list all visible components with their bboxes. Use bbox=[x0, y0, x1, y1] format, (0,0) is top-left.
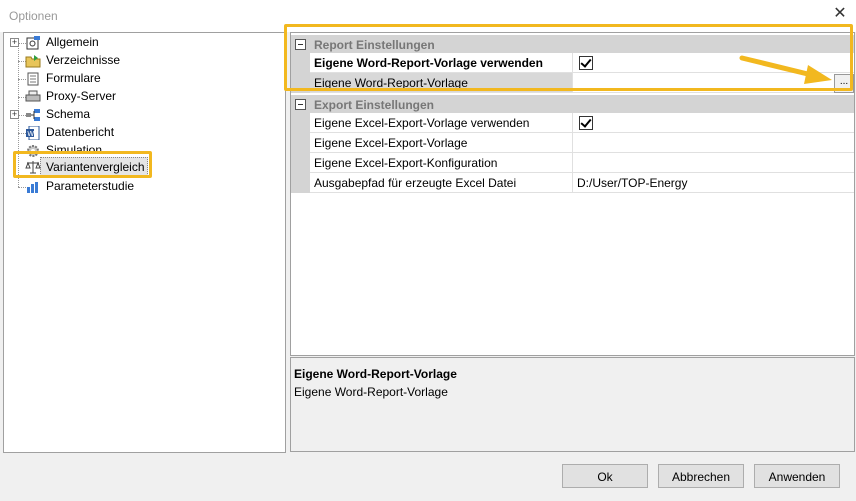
options-tree[interactable]: + Allgemein Verzeichnisse Formulare Prox… bbox=[3, 32, 286, 453]
tree-item-verzeichnisse[interactable]: Verzeichnisse bbox=[4, 52, 285, 70]
ok-button[interactable]: Ok bbox=[562, 464, 648, 488]
tree-item-formulare[interactable]: Formulare bbox=[4, 70, 285, 88]
property-row-excel-template-use[interactable]: Eigene Excel-Export-Vorlage verwenden bbox=[291, 113, 854, 133]
collapse-icon[interactable] bbox=[295, 99, 306, 110]
word-icon: W bbox=[26, 126, 40, 140]
window-title: Optionen bbox=[9, 9, 58, 23]
property-row-excel-config[interactable]: Eigene Excel-Export-Konfiguration bbox=[291, 153, 854, 173]
tree-item-parameterstudie[interactable]: Parameterstudie bbox=[4, 178, 285, 196]
property-row-excel-template[interactable]: Eigene Excel-Export-Vorlage bbox=[291, 133, 854, 153]
folder-icon bbox=[25, 55, 41, 68]
apply-button[interactable]: Anwenden bbox=[754, 464, 840, 488]
property-name: Eigene Excel-Export-Vorlage bbox=[314, 136, 468, 150]
excel-template-value[interactable] bbox=[573, 133, 854, 153]
tree-highlight-box bbox=[13, 151, 152, 178]
property-name: Eigene Excel-Export-Konfiguration bbox=[314, 156, 498, 170]
tree-item-proxy-server[interactable]: Proxy-Server bbox=[4, 88, 285, 106]
property-name: Ausgabepfad für erzeugte Excel Datei bbox=[314, 176, 517, 190]
schema-icon bbox=[26, 109, 40, 121]
property-name: Eigene Excel-Export-Vorlage verwenden bbox=[314, 116, 530, 130]
close-icon[interactable]: ✕ bbox=[830, 4, 850, 24]
printer-icon bbox=[25, 90, 41, 102]
category-export[interactable]: Export Einstellungen bbox=[291, 95, 854, 113]
expand-icon[interactable]: + bbox=[10, 38, 19, 47]
form-icon bbox=[27, 72, 39, 86]
settings-doc-icon bbox=[26, 36, 40, 50]
tree-item-schema[interactable]: + Schema bbox=[4, 106, 285, 124]
description-pane: Eigene Word-Report-Vorlage Eigene Word-R… bbox=[290, 357, 855, 452]
excel-template-checkbox[interactable] bbox=[579, 116, 593, 130]
annotation-arrow-icon bbox=[739, 55, 832, 84]
cancel-button[interactable]: Abbrechen bbox=[658, 464, 744, 488]
tree-item-allgemein[interactable]: + Allgemein bbox=[4, 34, 285, 52]
output-path-value[interactable]: D:/User/TOP-Energy bbox=[573, 173, 854, 193]
svg-text:W: W bbox=[27, 130, 34, 138]
chart-icon bbox=[27, 182, 38, 193]
tree-item-datenbericht[interactable]: W Datenbericht bbox=[4, 124, 285, 142]
description-title: Eigene Word-Report-Vorlage bbox=[294, 367, 457, 381]
expand-icon[interactable]: + bbox=[10, 110, 19, 119]
excel-config-value[interactable] bbox=[573, 153, 854, 173]
property-row-output-path[interactable]: Ausgabepfad für erzeugte Excel Datei D:/… bbox=[291, 173, 854, 193]
description-text: Eigene Word-Report-Vorlage bbox=[294, 385, 448, 399]
